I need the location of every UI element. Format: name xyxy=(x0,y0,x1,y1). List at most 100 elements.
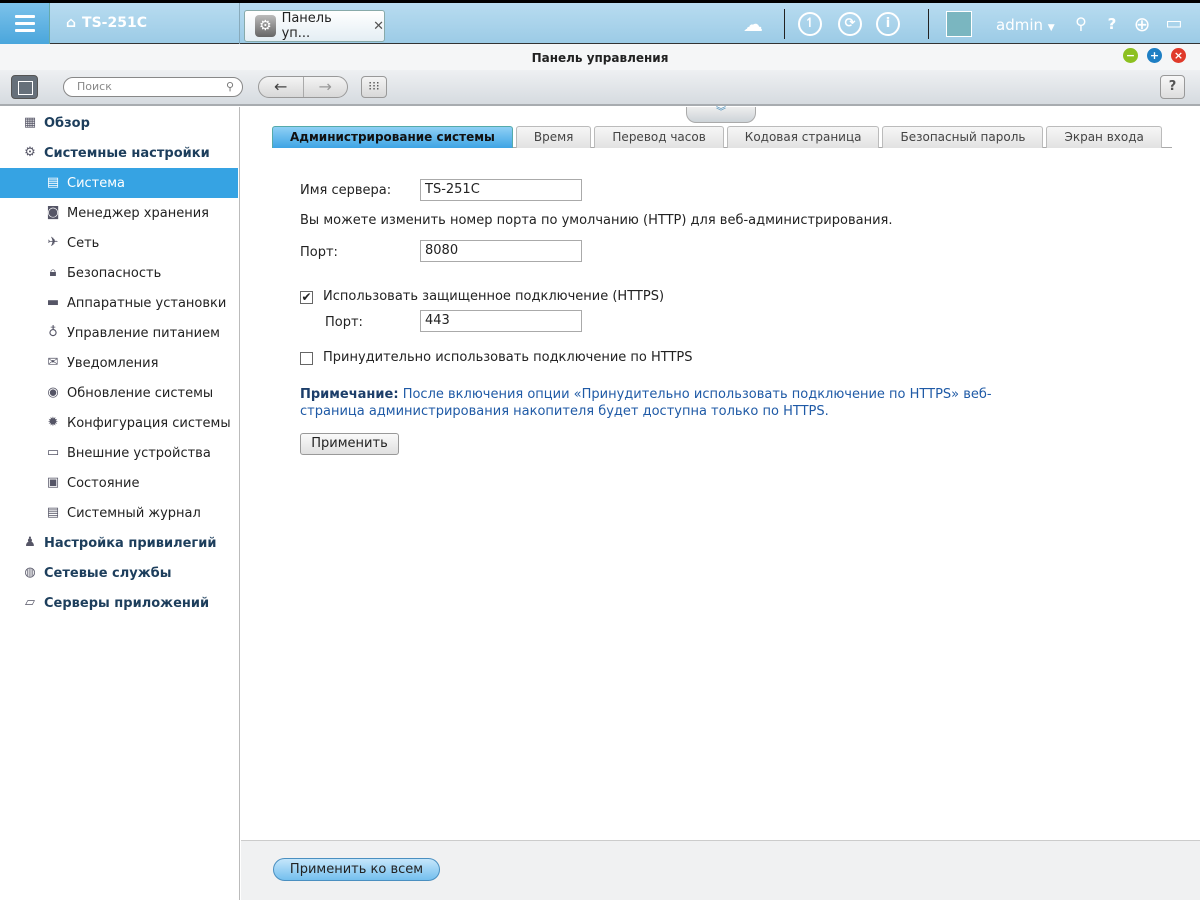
port-label: Порт: xyxy=(300,245,338,260)
close-window-button[interactable]: × xyxy=(1171,48,1186,63)
app-tab-control-panel[interactable]: ⚙ Панель уп... ✕ xyxy=(244,10,385,42)
device-name: TS-251C xyxy=(82,15,147,31)
info-icon[interactable]: i xyxy=(876,12,900,36)
toolbar: Поиск ⚲ ← → ⁝⁝⁝ ? xyxy=(0,70,1200,106)
apply-all-button[interactable]: Применить ко всем xyxy=(273,858,440,881)
main-content: ︾ Администрирование системы Время Перевод … xyxy=(241,107,1200,840)
sidebar-item-label: Внешние устройства xyxy=(67,445,211,461)
sidebar-item-label: Аппаратные установки xyxy=(67,295,227,311)
sidebar-item[interactable]: ✈ Сеть xyxy=(0,228,238,258)
gear-icon: ⚙ xyxy=(24,145,36,160)
menu-button[interactable] xyxy=(0,3,50,44)
minimize-button[interactable]: − xyxy=(1123,48,1138,63)
avatar[interactable] xyxy=(946,11,972,37)
app-tab-label: Панель уп... xyxy=(281,11,332,41)
power-icon: ♁ xyxy=(48,325,58,340)
clock-icon[interactable]: ↿ xyxy=(798,12,822,36)
sidebar-item[interactable]: ◙ Менеджер хранения xyxy=(0,198,238,228)
sidebar-item[interactable]: ▤ Система xyxy=(0,168,238,198)
sidebar: ▦ Обзор ⚙ Системные настройки ▤ Система ◙ Менед… xyxy=(0,107,240,900)
external-device-icon: ▭ xyxy=(46,445,60,460)
https-label: Использовать защищенное подключение (HTT… xyxy=(323,289,665,304)
sidebar-item-label: Обновление системы xyxy=(67,385,214,401)
system-icon: ▤ xyxy=(46,175,60,190)
close-icon[interactable]: ✕ xyxy=(373,19,384,34)
tab[interactable]: Перевод часов xyxy=(594,126,724,148)
sync-icon[interactable]: ⟳ xyxy=(838,12,862,36)
sidebar-item[interactable]: ♁ Управление питанием xyxy=(0,318,238,348)
help-icon[interactable]: ? xyxy=(1100,13,1124,35)
user-menu[interactable]: admin ▼ xyxy=(996,16,1055,34)
sidebar-item[interactable]: ▭ Внешние устройства xyxy=(0,438,238,468)
sidebar-item[interactable]: ◍ Сетевые службы xyxy=(0,558,238,588)
sidebar-item-label: Менеджер хранения xyxy=(67,205,209,221)
sidebar-item[interactable]: ✹ Конфигурация системы xyxy=(0,408,238,438)
port-hint: Вы можете изменить номер порта по умолча… xyxy=(300,213,893,228)
sidebar-item-label: Обзор xyxy=(44,115,90,131)
sidebar-item-label: Серверы приложений xyxy=(44,595,210,611)
note: Примечание: После включения опции «Прину… xyxy=(300,386,1040,420)
top-bar: ⌂ TS-251C ⚙ Панель уп... ✕ ☁ ↿ ⟳ i admin ▼ … xyxy=(0,0,1200,44)
sidebar-item-label: Сетевые службы xyxy=(44,565,172,581)
sidebar-item-label: Управление питанием xyxy=(67,325,220,341)
collapse-button[interactable]: ︾ xyxy=(686,107,756,123)
globe-icon[interactable]: ⊕ xyxy=(1130,13,1154,35)
sidebar-item[interactable]: ▣ Состояние xyxy=(0,468,238,498)
menu-icon xyxy=(14,15,35,18)
https-port-label: Порт: xyxy=(325,315,363,330)
search-icon[interactable]: ⚲ xyxy=(1069,13,1093,35)
log-icon: ▤ xyxy=(46,505,60,520)
help-button[interactable]: ? xyxy=(1160,75,1185,99)
back-button[interactable]: ← xyxy=(259,77,303,97)
note-title: Примечание: xyxy=(300,387,399,402)
sidebar-item-label: Система xyxy=(67,175,126,191)
maximize-button[interactable]: + xyxy=(1147,48,1162,63)
storage-icon: ◙ xyxy=(46,205,60,220)
sidebar-item[interactable]: ▱ Серверы приложений xyxy=(0,588,238,618)
force-https-checkbox[interactable] xyxy=(300,352,313,365)
lock-icon: 🔒︎ xyxy=(49,265,57,280)
update-icon: ◉ xyxy=(47,385,59,400)
sidebar-item[interactable]: ▤ Системный журнал xyxy=(0,498,238,528)
forward-button[interactable]: → xyxy=(302,77,348,97)
tab-bar: Администрирование системы Время Перевод ча… xyxy=(272,126,1172,148)
grid-view-button[interactable]: ⁝⁝⁝ xyxy=(361,76,387,98)
control-panel-icon: ⚙ xyxy=(255,15,276,37)
server-name-label: Имя сервера: xyxy=(300,183,392,198)
tab[interactable]: Кодовая страница xyxy=(726,126,880,148)
footer: Применить ко всем xyxy=(241,840,1200,900)
home-icon: ⌂ xyxy=(66,15,77,31)
sidebar-item[interactable]: ⚙ Системные настройки xyxy=(0,138,238,168)
monitor-icon[interactable]: ▭ xyxy=(1162,13,1186,35)
sidebar-item-label: Безопасность xyxy=(67,265,162,281)
search-placeholder: Поиск xyxy=(77,80,112,93)
sidebar-item[interactable]: ◉ Обновление системы xyxy=(0,378,238,408)
config-icon: ✹ xyxy=(47,415,59,430)
window-title: Панель управления xyxy=(0,44,1200,70)
server-name-input[interactable]: TS-251C xyxy=(420,179,582,201)
tab[interactable]: Администрирование системы xyxy=(272,126,513,148)
home-button[interactable]: ⌂ TS-251C xyxy=(66,15,147,31)
tab[interactable]: Экран входа xyxy=(1046,126,1162,148)
tab[interactable]: Время xyxy=(515,126,592,148)
search-icon: ⚲ xyxy=(225,80,234,93)
search-input[interactable]: Поиск ⚲ xyxy=(63,77,243,97)
tab[interactable]: Безопасный пароль xyxy=(882,126,1044,148)
https-checkbox[interactable]: ✔ xyxy=(300,291,313,304)
force-https-label: Принудительно использовать подключение п… xyxy=(323,350,693,365)
https-port-input[interactable]: 443 xyxy=(420,310,582,332)
sidebar-item[interactable]: ▦ Обзор xyxy=(0,108,238,138)
cloud-icon[interactable]: ☁ xyxy=(741,13,765,35)
port-input[interactable]: 8080 xyxy=(420,240,582,262)
app-server-icon: ▱ xyxy=(25,595,35,610)
sidebar-item-label: Системные настройки xyxy=(44,145,210,161)
sidebar-item-label: Системный журнал xyxy=(67,505,201,521)
sidebar-item[interactable]: 🔒︎ Безопасность xyxy=(0,258,238,288)
sidebar-item[interactable]: ✉ Уведомления xyxy=(0,348,238,378)
sidebar-item[interactable]: ♟ Настройка привилегий xyxy=(0,528,238,558)
sidebar-item[interactable]: ▬ Аппаратные установки xyxy=(0,288,238,318)
overview-icon: ▦ xyxy=(23,115,37,130)
sidebar-item-label: Состояние xyxy=(67,475,140,491)
sidebar-toggle-button[interactable] xyxy=(11,75,38,99)
apply-button[interactable]: Применить xyxy=(300,433,399,455)
